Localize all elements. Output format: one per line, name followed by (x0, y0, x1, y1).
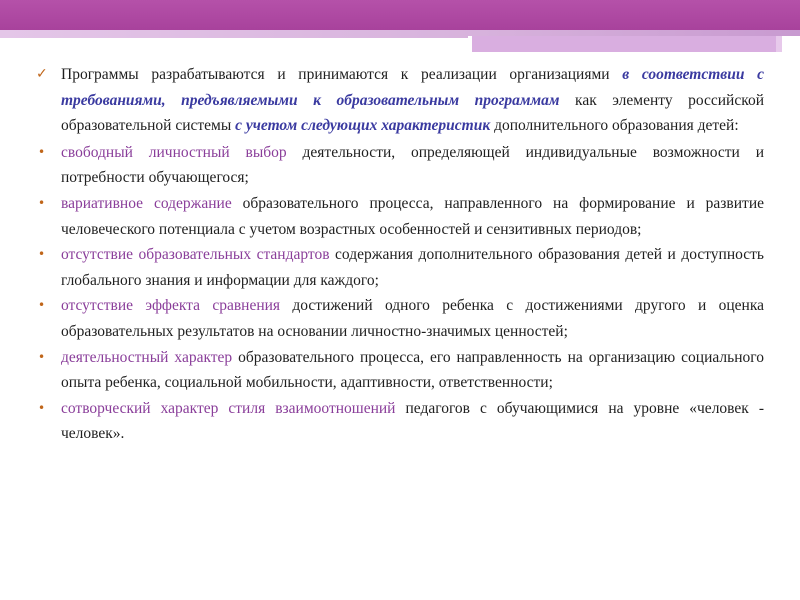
list-item: • вариативное содержание образовательног… (36, 191, 764, 242)
list-item: • отсутствие эффекта сравнения достижени… (36, 293, 764, 344)
intro-text-3: дополнительного образования детей: (490, 117, 739, 135)
intro-paragraph: ✓ Программы разрабатываются и принимаютс… (36, 62, 764, 139)
header-tab (472, 36, 800, 52)
slide-content: ✓ Программы разрабатываются и принимаютс… (36, 62, 764, 447)
header-band (0, 0, 800, 30)
item-highlight: сотворческий характер стиля взаимоотноше… (61, 399, 396, 417)
list-item: • сотворческий характер стиля взаимоотно… (36, 396, 764, 447)
list-item: • свободный личностный выбор деятельност… (36, 140, 764, 191)
bullet-dot-icon: • (38, 247, 46, 262)
item-highlight: отсутствие эффекта сравнения (61, 297, 281, 315)
bullet-dot-icon: • (38, 195, 46, 210)
intro-text-1: Программы разрабатываются и принимаются … (61, 66, 623, 83)
bullet-dot-icon: • (38, 349, 46, 364)
list-item: • деятельностный характер образовательно… (36, 345, 764, 396)
item-highlight: деятельностный характер (61, 348, 233, 366)
bullet-dot-icon: • (38, 144, 46, 159)
item-highlight: вариативное содержание (61, 194, 232, 212)
bullet-dot-icon: • (38, 400, 46, 415)
checkmark-icon: ✓ (36, 66, 48, 82)
intro-emphasis-2: с учетом следующих характеристик (235, 117, 491, 135)
bullet-dot-icon: • (38, 298, 46, 313)
header-tab-corner (782, 36, 800, 52)
item-highlight: отсутствие образовательных стандартов (61, 246, 330, 264)
list-item: • отсутствие образовательных стандартов … (36, 242, 764, 293)
item-highlight: свободный личностный выбор (61, 143, 287, 161)
